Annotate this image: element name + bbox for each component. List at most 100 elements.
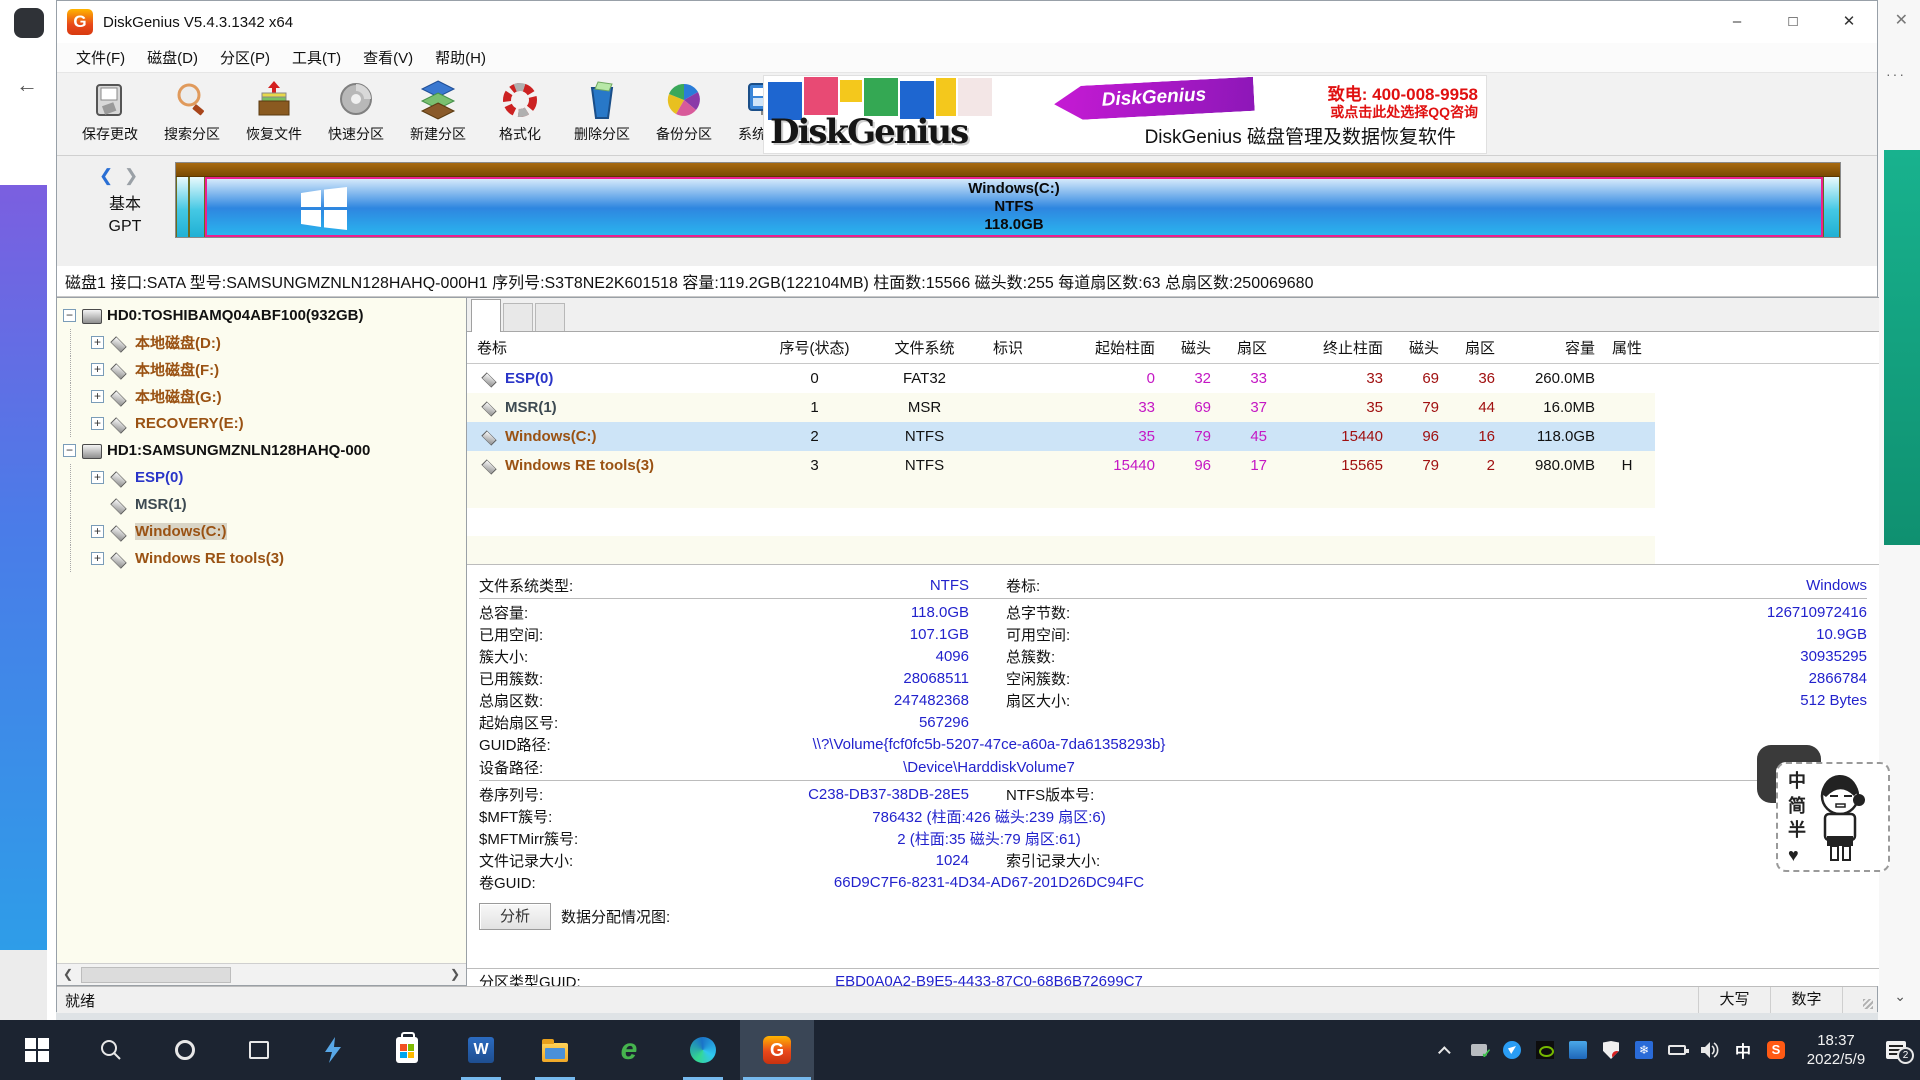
printer-status-icon[interactable] [1469,1040,1489,1060]
hidden-icons-chevron[interactable] [1436,1040,1456,1060]
scrollbar-thumb[interactable] [81,967,231,983]
format-button[interactable]: 格式化 [479,73,561,153]
detail-tabs [467,298,1879,332]
ime-halfwidth-toggle[interactable]: 半 [1788,819,1806,841]
resize-grip[interactable] [1843,987,1877,1013]
analyze-button[interactable]: 分析 [479,903,551,930]
taskbar-search-button[interactable] [74,1020,148,1080]
menu-help[interactable]: 帮助(H) [424,47,497,68]
word-icon: W [468,1037,494,1063]
background-window-left: ← [0,0,56,1020]
new-partition-button[interactable]: 新建分区 [397,73,479,153]
delete-partition-button[interactable]: 删除分区 [561,73,643,153]
empty-row [467,536,1655,564]
menu-view[interactable]: 查看(V) [352,47,424,68]
partition-block-msr[interactable] [189,177,205,237]
next-disk-icon[interactable]: ❯ [124,166,138,185]
scroll-right-icon[interactable]: ❯ [444,964,466,986]
ime-heart-icon[interactable]: ♥ [1788,844,1806,866]
disk-tree-panel: HD0:TOSHIBAMQ04ABF100(932GB) 本地磁盘(D:) 本地… [57,297,467,986]
snowflake-app-icon[interactable]: ❄ [1634,1040,1654,1060]
tree-expander-icon[interactable] [91,552,104,565]
scroll-left-icon[interactable]: ❮ [57,964,79,986]
menu-tools[interactable]: 工具(T) [281,47,352,68]
menu-disk[interactable]: 磁盘(D) [136,47,209,68]
partition-fs: NTFS [968,198,1060,216]
task-view-icon [249,1041,269,1059]
partition-icon [481,457,499,475]
edge-button[interactable] [666,1020,740,1080]
menu-file[interactable]: 文件(F) [65,47,136,68]
tree-expander-icon[interactable] [91,390,104,403]
tree-expander-icon[interactable] [91,471,104,484]
tree-item[interactable]: Windows RE tools(3) [57,545,466,572]
partition-block-windows-c[interactable]: Windows(C:) NTFS 118.0GB [205,177,1823,237]
table-row[interactable]: Windows(C:) 2 NTFS 35 79 45 15440 96 16 … [467,422,1655,451]
drive-icon [110,496,130,514]
tree-item[interactable]: 本地磁盘(F:) [57,356,466,383]
tree-expander-icon[interactable] [91,417,104,430]
tree-item[interactable]: RECOVERY(E:) [57,410,466,437]
volume-icon[interactable] [1700,1040,1720,1060]
banner-qq-link[interactable]: 或点击此处选择QQ咨询 [1330,102,1478,122]
cortana-button[interactable] [148,1020,222,1080]
tree-expander-icon[interactable] [63,444,76,457]
microsoft-store-button[interactable] [370,1020,444,1080]
close-button[interactable]: ✕ [1821,1,1877,43]
ime-language-indicator[interactable]: 中 [1733,1040,1753,1060]
backup-partition-button[interactable]: 备份分区 [643,73,725,153]
minimize-button[interactable]: – [1709,1,1765,43]
taskbar-clock[interactable]: 18:37 2022/5/9 [1799,1031,1873,1069]
power-icon[interactable] [1667,1040,1687,1060]
tree-item[interactable]: MSR(1) [57,491,466,518]
ime-simplified-toggle[interactable]: 简 [1788,795,1806,817]
defender-alert-icon[interactable] [1601,1040,1621,1060]
quick-partition-button[interactable]: 快速分区 [315,73,397,153]
ime-chinese-toggle[interactable]: 中 [1788,770,1806,792]
tree-item[interactable]: HD1:SAMSUNGMZNLN128HAHQ-000 [57,437,466,464]
action-center-button[interactable]: 2 [1886,1041,1906,1059]
tree-expander-icon[interactable] [91,525,104,538]
tree-expander-icon[interactable] [91,336,104,349]
nvidia-icon[interactable] [1535,1040,1555,1060]
tab[interactable] [471,299,501,332]
tree-item[interactable]: Windows(C:) [57,518,466,545]
diskgenius-taskbar-button[interactable]: G [740,1020,814,1080]
detail-row: 卷GUID: 66D9C7F6-8231-4D34-AD67-201D26DC9… [479,871,1867,893]
tree-item[interactable]: 本地磁盘(D:) [57,329,466,356]
prev-disk-icon[interactable]: ❮ [99,166,113,185]
sogou-input-icon[interactable]: S [1766,1040,1786,1060]
tree-expander-icon[interactable] [63,309,76,322]
banner-tile [936,78,956,116]
tree-item[interactable]: ESP(0) [57,464,466,491]
drive-icon [82,307,102,325]
task-view-button[interactable] [222,1020,296,1080]
file-explorer-button[interactable] [518,1020,592,1080]
ime-floating-widget[interactable]: 中 简 半 ♥ [1776,762,1890,872]
tree-item[interactable]: 本地磁盘(G:) [57,383,466,410]
search-partition-button[interactable]: 搜索分区 [151,73,233,153]
menu-partition[interactable]: 分区(P) [209,47,281,68]
tree-horizontal-scrollbar[interactable]: ❮ ❯ [57,963,466,985]
intel-graphics-icon[interactable] [1568,1040,1588,1060]
word-button[interactable]: W [444,1020,518,1080]
tree-expander-icon[interactable] [91,363,104,376]
partition-block-re-tools[interactable] [1823,177,1840,237]
bird-app-icon[interactable] [1502,1040,1522,1060]
tab[interactable] [535,303,565,331]
partition-block-esp[interactable] [176,177,189,237]
tree-item[interactable]: HD0:TOSHIBAMQ04ABF100(932GB) [57,302,466,329]
ie-browser-button[interactable]: e [592,1020,666,1080]
table-row[interactable]: MSR(1) 1 MSR 33 69 37 35 79 44 16.0MB [467,393,1655,422]
drive-icon [110,415,130,433]
tab[interactable] [503,303,533,331]
table-row[interactable]: Windows RE tools(3) 3 NTFS 15440 96 17 1… [467,451,1655,480]
maximize-button[interactable]: □ [1765,1,1821,43]
disk-header-strip [176,163,1840,177]
promo-banner[interactable]: DiskGenius DiskGenius 致电: 400-008-9958 或… [763,75,1487,154]
start-button[interactable] [0,1020,74,1080]
table-row[interactable]: ESP(0) 0 FAT32 0 32 33 33 69 36 260.0MB [467,364,1655,393]
pinned-app-lightning[interactable] [296,1020,370,1080]
recover-files-button[interactable]: 恢复文件 [233,73,315,153]
save-changes-button[interactable]: 保存更改 [69,73,151,153]
